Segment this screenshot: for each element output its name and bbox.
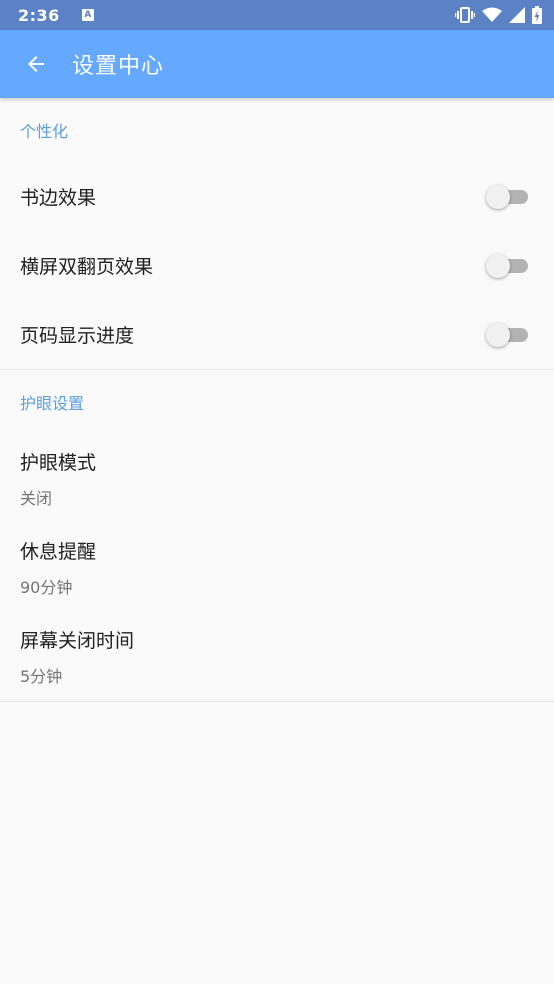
wifi-icon [482,7,502,22]
toggle-thumb [486,322,510,347]
arrow-left-icon [28,56,44,72]
notification-a-icon: A [81,9,94,21]
setting-row-rest-reminder[interactable]: 休息提醒 90分钟 [0,523,554,612]
page-number-progress-toggle[interactable] [486,322,534,347]
toggle-thumb [486,253,510,278]
setting-label: 休息提醒 [20,541,97,563]
setting-row-screen-off-time[interactable]: 屏幕关闭时间 5分钟 [0,612,554,701]
setting-value: 关闭 [20,489,53,508]
setting-value: 90分钟 [20,578,73,597]
setting-label: 横屏双翻页效果 [20,256,154,278]
setting-row-page-number-progress[interactable]: 页码显示进度 [0,300,554,369]
toggle-thumb [486,184,510,209]
section-header-eye-care: 护眼设置 [20,394,85,413]
setting-row-eye-care-mode[interactable]: 护眼模式 关闭 [0,434,554,523]
battery-icon [532,6,542,24]
setting-row-landscape-double-page[interactable]: 横屏双翻页效果 [0,231,554,300]
setting-label: 书边效果 [20,187,97,209]
status-bar: 2:36 A [0,0,554,30]
setting-label: 屏幕关闭时间 [20,630,135,652]
setting-row-book-edge[interactable]: 书边效果 [0,162,554,231]
app-bar: 设置中心 [0,30,554,98]
page-title: 设置中心 [72,54,165,79]
status-time: 2:36 [18,5,60,25]
landscape-double-page-toggle[interactable] [486,253,534,278]
setting-label: 页码显示进度 [20,325,135,347]
status-icons [455,6,542,24]
setting-label: 护眼模式 [20,452,97,474]
section-divider [0,701,554,702]
settings-list: 个性化 书边效果 横屏双翻页效果 页码显示进度 护眼设置 护眼模式 关闭 休息提… [0,98,554,702]
setting-value: 5分钟 [20,667,63,686]
book-edge-toggle[interactable] [486,184,534,209]
signal-icon [509,7,525,23]
back-button[interactable] [0,30,72,98]
section-header-personalization: 个性化 [20,122,69,141]
vibrate-icon [455,7,475,23]
